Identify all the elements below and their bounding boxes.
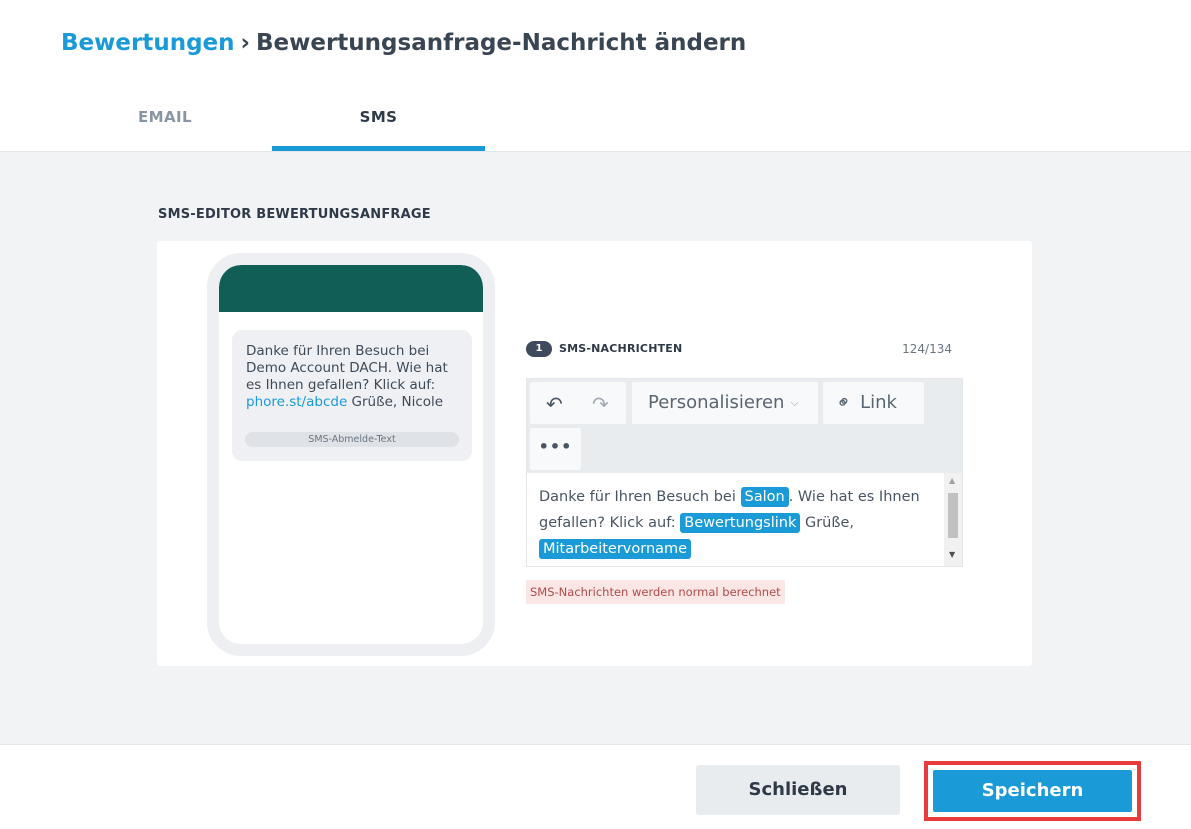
sms-preview-text: Danke für Ihren Besuch bei Demo Account … — [246, 343, 448, 393]
phone-preview: Danke für Ihren Besuch bei Demo Account … — [207, 253, 495, 656]
sms-optout-badge: SMS-Abmelde-Text — [245, 432, 459, 447]
breadcrumb: Bewertungen › Bewertungsanfrage-Nachricht … — [61, 30, 746, 56]
placeholder-tag-review-link[interactable]: Bewertungslink — [680, 513, 801, 533]
personalize-dropdown[interactable]: Personalisieren ⌵ — [632, 382, 818, 424]
phone-header-bar — [219, 265, 483, 312]
editor-text-segment: Danke für Ihren Besuch bei — [539, 489, 741, 505]
sms-counter-row: 1 SMS-NACHRICHTEN 124/134 — [526, 341, 952, 359]
scroll-up-icon[interactable]: ▲ — [949, 476, 955, 485]
insert-link-button[interactable]: ⚭ Link — [823, 382, 924, 424]
page-title: Bewertungsanfrage-Nachricht ändern — [255, 30, 747, 56]
breadcrumb-separator-icon: › — [240, 30, 250, 56]
section-title: SMS-EDITOR BEWERTUNGSANFRAGE — [158, 207, 431, 222]
editor-scrollbar[interactable]: ▲ ▼ — [944, 473, 962, 566]
sms-editor: ↶ ↷ Personalisieren ⌵ ⚭ Link ••• Danke für… — [526, 378, 963, 567]
sms-preview-text-end: Grüße, Nicole — [347, 394, 444, 410]
scroll-down-icon[interactable]: ▼ — [949, 550, 955, 559]
editor-toolbar: ↶ ↷ Personalisieren ⌵ ⚭ Link ••• — [527, 379, 962, 473]
tab-email[interactable]: EMAIL — [100, 108, 230, 126]
link-icon: ⚭ — [831, 389, 857, 416]
active-tab-indicator — [272, 146, 485, 151]
tab-sms[interactable]: SMS — [272, 108, 485, 126]
chevron-down-icon: ⌵ — [790, 396, 799, 409]
sms-editor-card: Danke für Ihren Besuch bei Demo Account … — [157, 241, 1032, 666]
page-header: Bewertungen › Bewertungsanfrage-Nachricht … — [0, 0, 1191, 152]
sms-count-label: SMS-NACHRICHTEN — [559, 342, 683, 355]
sms-text-input[interactable]: Danke für Ihren Besuch bei Salon. Wie ha… — [527, 473, 942, 566]
save-button[interactable]: Speichern — [933, 770, 1132, 812]
save-button-highlight: Speichern — [924, 761, 1141, 821]
more-options-button[interactable]: ••• — [530, 428, 581, 470]
breadcrumb-link-bewertungen[interactable]: Bewertungen — [61, 30, 235, 56]
link-label: Link — [860, 392, 897, 413]
sms-preview-bubble: Danke für Ihren Besuch bei Demo Account … — [232, 330, 472, 461]
sms-preview-link[interactable]: phore.st/abcde — [246, 394, 347, 410]
undo-icon[interactable]: ↶ — [546, 392, 563, 416]
placeholder-tag-salon[interactable]: Salon — [740, 487, 789, 507]
editor-text-segment: Grüße, — [800, 515, 855, 531]
redo-icon[interactable]: ↷ — [592, 392, 609, 416]
undo-redo-group: ↶ ↷ — [530, 382, 626, 424]
sms-count-badge: 1 — [526, 341, 552, 357]
close-button[interactable]: Schließen — [696, 765, 900, 815]
billing-notice: SMS-Nachrichten werden normal berechnet — [526, 580, 785, 604]
footer-bar: Schließen Speichern — [0, 744, 1191, 829]
placeholder-tag-employee-name[interactable]: Mitarbeitervorname — [539, 539, 692, 559]
character-count: 124/134 — [902, 342, 952, 356]
personalize-label: Personalisieren — [648, 392, 785, 413]
scrollbar-thumb[interactable] — [948, 493, 958, 538]
